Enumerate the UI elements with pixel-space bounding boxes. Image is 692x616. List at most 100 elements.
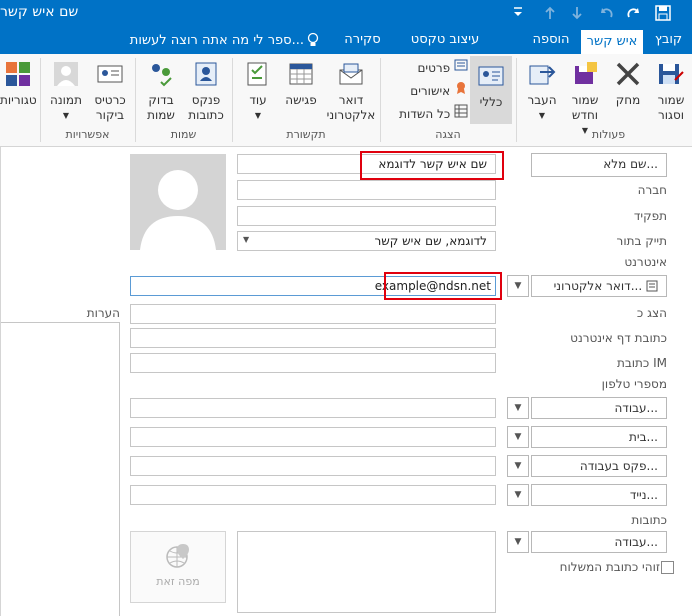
forward-label: העבר	[527, 93, 557, 107]
mailing-address-label: זוהי כתובת המשלוח	[559, 560, 660, 574]
categorize-label: חלק לקטגוריות	[0, 93, 36, 107]
group-names-label: שמות	[170, 128, 197, 141]
forward-dropdown-icon: ▼	[538, 111, 546, 120]
customize-toolbar-icon[interactable]	[512, 6, 524, 20]
email-type-dropdown[interactable]: ▼	[507, 275, 529, 297]
all-fields-label: כל השדות	[399, 107, 451, 121]
phone-home-button[interactable]: בית...	[531, 426, 667, 448]
company-input[interactable]	[237, 180, 496, 200]
delete-label: מחק	[615, 93, 641, 107]
notes-textarea[interactable]	[0, 322, 120, 616]
business-card-label: כרטיס ביקור	[94, 93, 126, 122]
address-book-label: פנקס כתובות	[188, 93, 224, 122]
address-work-button[interactable]: עבודה...	[531, 531, 667, 553]
phone-home-dropdown[interactable]: ▼	[507, 426, 529, 448]
internet-section-label: אינטרנט	[624, 255, 667, 269]
web-page-label: כתובת דף אינטרנט	[570, 331, 667, 345]
down-arrow-icon[interactable]	[570, 5, 584, 21]
email-icon	[339, 63, 363, 85]
group-options-label: אפשרויות	[65, 128, 110, 141]
email-field-button-label: דואר אלקטרוני...	[553, 279, 643, 293]
file-as-label: תייק בתור	[616, 234, 667, 248]
email-label: דואר אלקטרוני	[326, 93, 376, 122]
more-icon	[247, 62, 267, 86]
business-card-button[interactable]: כרטיס ביקור	[88, 58, 132, 123]
phone-fax-button[interactable]: פקס בעבודה...	[531, 455, 667, 477]
display-as-input[interactable]	[130, 304, 496, 324]
map-globe-icon	[166, 544, 189, 568]
tab-format-text[interactable]: עיצוב טקסט	[400, 26, 490, 54]
details-label: פרטים	[417, 61, 451, 75]
file-as-dropdown-icon: ▼	[243, 235, 250, 244]
job-title-input[interactable]	[237, 206, 496, 226]
contact-card-icon	[478, 66, 504, 86]
contact-photo[interactable]	[130, 154, 226, 250]
map-label: מפה זאת	[156, 575, 200, 588]
person-silhouette-icon	[140, 170, 216, 250]
phone-mobile-button[interactable]: נייד...	[531, 484, 667, 506]
phone-home-input[interactable]	[130, 427, 496, 447]
email-button[interactable]: דואר אלקטרוני	[326, 58, 376, 123]
undo-icon[interactable]	[598, 5, 614, 21]
ribbon: שמור וסגור מחק שמור וחדש ▼ העבר ▼ פעולות…	[0, 54, 692, 147]
file-as-select[interactable]: לדוגמא, שם איש קשר ▼	[237, 231, 496, 251]
meeting-label: פגישה	[285, 93, 317, 107]
highlight-email	[384, 272, 502, 300]
address-book-button[interactable]: פנקס כתובות	[184, 58, 228, 123]
certificates-button[interactable]: אישורים	[404, 81, 468, 98]
notes-label: הערות	[86, 306, 120, 320]
all-fields-icon	[454, 104, 468, 118]
tab-review[interactable]: סקירה	[335, 26, 390, 54]
general-button[interactable]: כללי	[470, 56, 512, 124]
check-names-button[interactable]: בדוק שמות	[140, 58, 182, 123]
im-input[interactable]	[130, 353, 496, 373]
address-book-small-icon	[646, 280, 658, 292]
meeting-button[interactable]: פגישה	[280, 58, 322, 108]
picture-label: תמונה	[50, 93, 82, 107]
save-new-button[interactable]: שמור וחדש ▼	[563, 58, 607, 138]
mailing-address-row[interactable]: זוהי כתובת המשלוח	[546, 560, 686, 576]
delete-icon	[616, 62, 640, 86]
phone-mobile-dropdown[interactable]: ▼	[507, 484, 529, 506]
phone-mobile-input[interactable]	[130, 485, 496, 505]
im-label: כתובת IM	[616, 356, 667, 370]
group-separator	[380, 58, 381, 142]
redo-icon[interactable]	[626, 5, 642, 21]
phone-fax-input[interactable]	[130, 456, 496, 476]
phone-section-label: מספרי טלפון	[601, 377, 667, 391]
tell-me-text: ספר לי מה אתה רוצה לעשות...	[129, 33, 304, 48]
window-title: שם איש קשר	[0, 4, 79, 20]
tell-me-box[interactable]: ספר לי מה אתה רוצה לעשות...	[117, 31, 322, 51]
phone-work-button[interactable]: עבודה...	[531, 397, 667, 419]
tab-contact[interactable]: איש קשר	[581, 30, 643, 54]
ribbon-tabs: קובץ איש קשר הוספה עיצוב טקסט סקירה ספר …	[0, 26, 692, 54]
highlight-full-name	[360, 151, 504, 180]
tab-insert[interactable]: הוספה	[523, 26, 579, 54]
save-icon[interactable]	[655, 5, 671, 21]
more-button[interactable]: עוד ▼	[240, 58, 276, 123]
up-arrow-icon[interactable]	[543, 5, 557, 21]
web-page-input[interactable]	[130, 328, 496, 348]
phone-fax-dropdown[interactable]: ▼	[507, 455, 529, 477]
forward-button[interactable]: העבר ▼	[522, 58, 562, 123]
phone-work-input[interactable]	[130, 398, 496, 418]
details-icon	[454, 59, 468, 71]
check-names-icon	[152, 64, 172, 87]
details-button[interactable]: פרטים	[410, 58, 468, 75]
full-name-button[interactable]: שם מלא...	[531, 153, 667, 177]
phone-work-dropdown[interactable]: ▼	[507, 397, 529, 419]
categorize-button[interactable]: חלק לקטגוריות	[0, 58, 36, 108]
save-close-button[interactable]: שמור וסגור	[651, 58, 691, 123]
all-fields-button[interactable]: כל השדות	[390, 104, 468, 121]
categorize-icon	[6, 62, 30, 86]
address-textarea[interactable]	[237, 531, 496, 613]
delete-button[interactable]: מחק	[609, 58, 647, 108]
save-close-icon	[659, 64, 684, 84]
group-actions-label: פעולות	[591, 128, 626, 141]
email-field-button[interactable]: דואר אלקטרוני...	[531, 275, 667, 297]
mailing-address-checkbox[interactable]	[661, 561, 674, 574]
tab-file[interactable]: קובץ	[645, 26, 692, 54]
map-it-button[interactable]: מפה זאת	[130, 531, 226, 603]
address-type-dropdown[interactable]: ▼	[507, 531, 529, 553]
picture-button[interactable]: תמונה ▼	[46, 58, 86, 123]
